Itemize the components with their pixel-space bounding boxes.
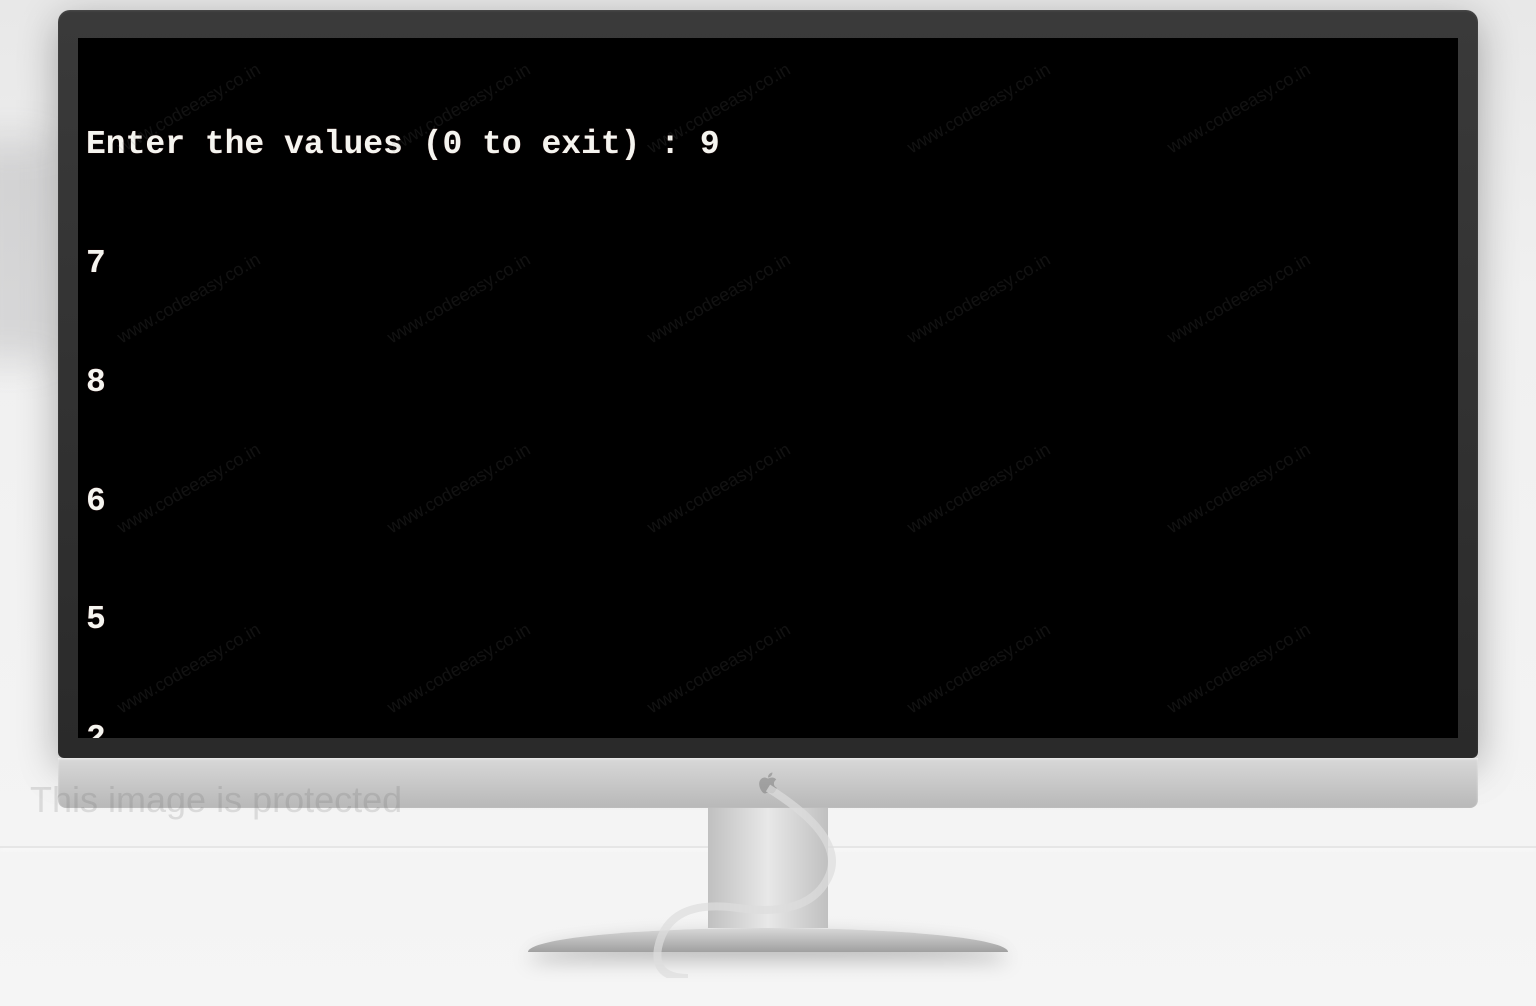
terminal-input-line: 6 [86,482,1450,522]
terminal-input-line: 5 [86,600,1450,640]
background-blur [0,140,50,360]
terminal-screen[interactable]: Enter the values (0 to exit) : 9 7 8 6 5… [78,38,1458,738]
terminal-output: Enter the values (0 to exit) : 9 7 8 6 5… [86,46,1450,738]
terminal-prompt-line: Enter the values (0 to exit) : 9 [86,125,1450,165]
protected-watermark: This image is protected [30,779,402,821]
apple-logo-icon [757,770,779,796]
monitor-stand-neck [708,808,828,928]
monitor-bezel: Enter the values (0 to exit) : 9 7 8 6 5… [58,10,1478,758]
terminal-input-line: 8 [86,363,1450,403]
monitor-stand-base [528,928,1008,952]
terminal-input-line: 2 [86,719,1450,738]
terminal-input-line: 7 [86,244,1450,284]
